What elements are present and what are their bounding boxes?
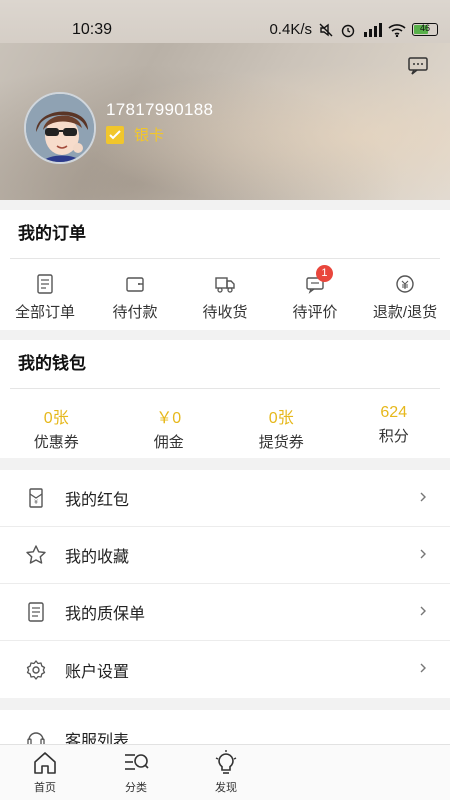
order-unpaid-button[interactable]: 待付款 (90, 259, 180, 329)
truck-icon (215, 277, 235, 293)
nav-home[interactable]: 首页 (15, 749, 75, 795)
tier-badge-icon (106, 125, 124, 144)
nav-category-label: 分类 (125, 782, 147, 794)
wifi-icon (388, 23, 406, 37)
red-envelope-icon: ¥ (29, 488, 43, 508)
document-list-icon (37, 274, 53, 294)
profile-header: 17817990188 银卡 (0, 43, 450, 200)
order-unpaid-label: 待付款 (112, 304, 158, 321)
bottom-nav: 首页 分类 发现 (0, 744, 450, 800)
star-icon (26, 545, 46, 564)
menu-warranty[interactable]: 我的质保单 (0, 584, 450, 641)
coupons-value: 0张 (43, 410, 69, 427)
order-all-label: 全部订单 (14, 304, 75, 321)
menu-red-envelope-label: 我的红包 (65, 492, 130, 509)
order-toreceive-button[interactable]: 待收货 (180, 259, 270, 329)
points-label: 积分 (378, 428, 409, 445)
net-speed: 0.4K/s (269, 21, 312, 38)
order-refund-label: 退款/退货 (372, 304, 438, 321)
member-tier: 银卡 (106, 124, 164, 145)
avatar[interactable] (24, 92, 96, 164)
warranty-icon (28, 602, 44, 622)
wallet-title: 我的钱包 (18, 354, 86, 373)
menu-favorites-label: 我的收藏 (65, 549, 130, 566)
points-value: 624 (380, 404, 408, 421)
menu-list: ¥ 我的红包 我的收藏 我的质保单 账户设置 (0, 470, 450, 698)
nav-category[interactable]: 分类 (106, 749, 166, 795)
chevron-right-icon (420, 663, 426, 673)
message-icon[interactable] (408, 57, 428, 75)
order-refund-button[interactable]: 退款/退货 (360, 259, 450, 329)
status-time: 10:39 (72, 21, 113, 38)
order-toreview-label: 待评价 (292, 304, 338, 321)
commission-value: ￥0 (156, 410, 182, 427)
nav-home-label: 首页 (34, 782, 56, 794)
battery-icon: 46 (412, 23, 438, 36)
chevron-right-icon (420, 606, 426, 616)
wallet-points[interactable]: 624 积分 (338, 389, 450, 457)
phone-number: 17817990188 (106, 100, 214, 119)
wallet-section: 我的钱包 0张 优惠券 ￥0 佣金 0张 提货券 624 积分 (0, 340, 450, 458)
menu-account-settings[interactable]: 账户设置 (0, 641, 450, 698)
orders-section: 我的订单 全部订单 待付款 待收货 1 待评价 退款/退货 (0, 210, 450, 330)
orders-title: 我的订单 (18, 224, 86, 243)
wallet-coupons[interactable]: 0张 优惠券 (0, 389, 113, 457)
review-count-badge: 1 (315, 265, 333, 282)
svg-text:¥: ¥ (34, 499, 38, 506)
wallet-icon (126, 277, 144, 292)
alarm-icon (341, 24, 355, 37)
pickup-vouchers-value: 0张 (268, 410, 294, 427)
order-toreceive-label: 待收货 (202, 304, 248, 321)
refund-icon (396, 275, 414, 293)
mute-icon (319, 23, 333, 36)
gear-icon (26, 659, 46, 680)
order-all-button[interactable]: 全部订单 (0, 259, 90, 329)
menu-warranty-label: 我的质保单 (65, 606, 146, 623)
nav-discover[interactable]: 发现 (196, 749, 256, 795)
pickup-vouchers-label: 提货券 (258, 434, 304, 451)
wallet-commission[interactable]: ￥0 佣金 (113, 389, 226, 457)
order-toreview-button[interactable]: 1 待评价 (270, 259, 360, 329)
tier-label: 银卡 (134, 127, 165, 144)
chevron-right-icon (420, 492, 426, 502)
category-search-icon (125, 754, 149, 770)
status-bar: 10:39 0.4K/s 46 (0, 0, 450, 43)
signal-icon (364, 22, 382, 37)
menu-red-envelope[interactable]: ¥ 我的红包 (0, 470, 450, 527)
wallet-pickup-vouchers[interactable]: 0张 提货券 (225, 389, 338, 457)
status-icons: 0.4K/s 46 (269, 21, 438, 38)
home-icon (34, 752, 56, 774)
lightbulb-icon (215, 750, 237, 774)
avatar-image (26, 94, 94, 162)
menu-favorites[interactable]: 我的收藏 (0, 527, 450, 584)
nav-discover-label: 发现 (215, 782, 237, 794)
coupons-label: 优惠券 (33, 434, 79, 451)
chevron-right-icon (420, 549, 426, 559)
commission-label: 佣金 (153, 434, 184, 451)
menu-account-settings-label: 账户设置 (65, 663, 130, 681)
